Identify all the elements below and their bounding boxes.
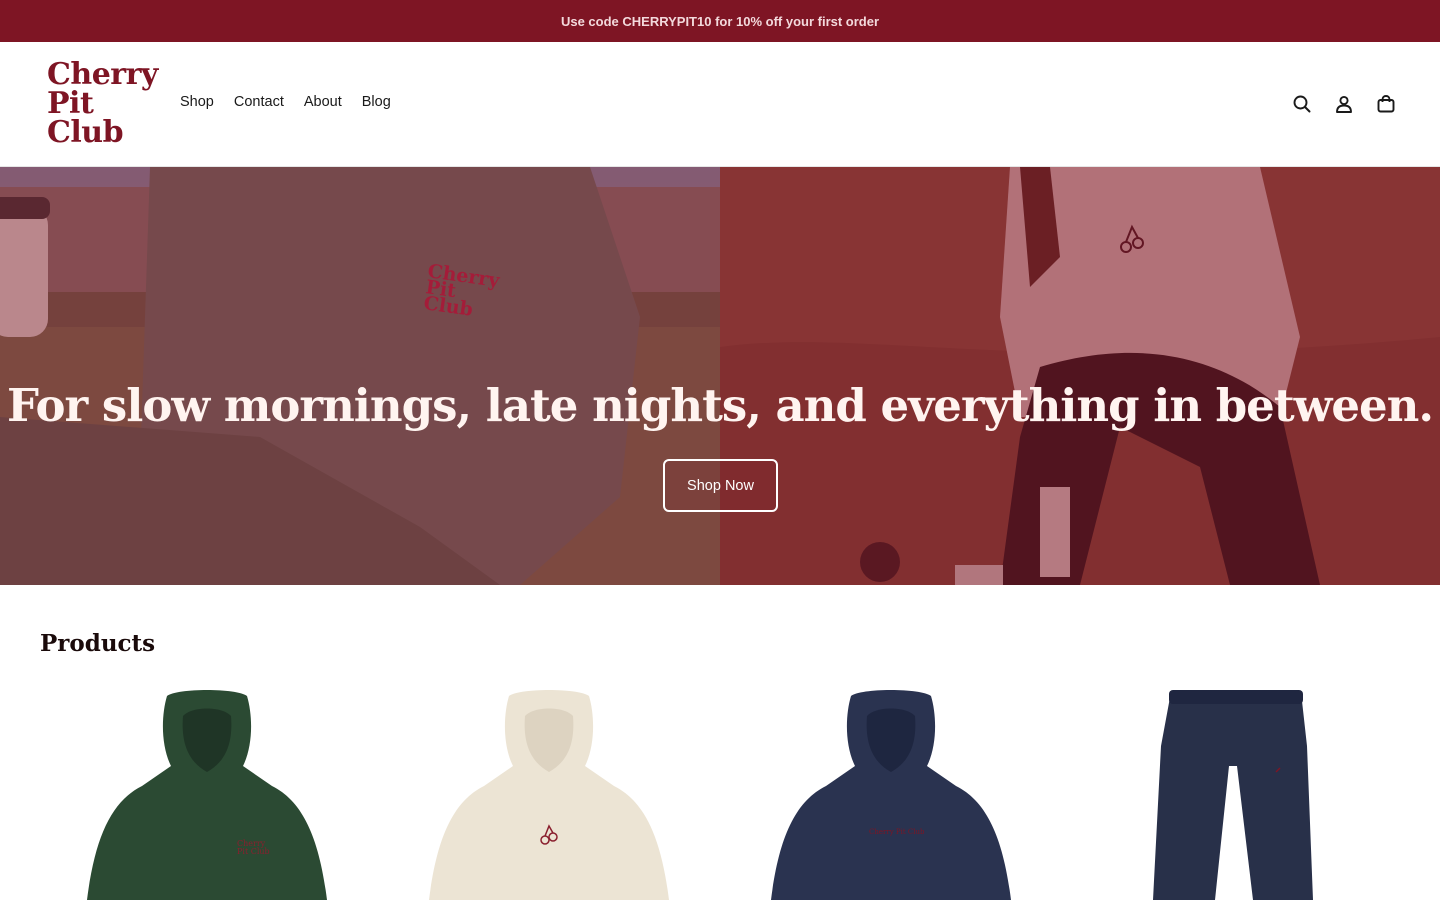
nav-item-about[interactable]: About [304,94,342,110]
announcement-text: Use code CHERRYPIT10 for 10% off your fi… [560,13,880,29]
products-section-title: Products [40,630,156,657]
shop-now-button[interactable]: Shop Now [663,459,778,512]
logo-line-3: Club [47,115,124,150]
navy-hoodie-image: Cherry Pit Club [771,690,1011,900]
brand-logo[interactable]: Cherry Pit Club [47,57,158,150]
cart-icon[interactable] [1374,92,1398,116]
cream-hoodie-image [429,690,669,900]
nav-item-contact[interactable]: Contact [234,94,284,110]
product-card-navy-sweatpants[interactable] [1083,686,1383,900]
green-hoodie-image: Cherry Pit Club [87,690,327,900]
announcement-bar: Use code CHERRYPIT10 for 10% off your fi… [0,0,1440,42]
product-card-green-hoodie[interactable]: Cherry Pit Club [57,686,357,900]
logo-line-1: Cherry [47,57,158,92]
header-actions [1272,92,1398,116]
hero-tint-overlay [0,167,1440,585]
svg-text:Pit Club: Pit Club [237,847,270,856]
nav-item-shop[interactable]: Shop [180,94,214,110]
navy-sweatpants-image [1153,690,1313,900]
main-nav: Shop Contact About Blog [180,94,411,110]
site-header: Cherry Pit Club Shop Contact About Blog [0,42,1440,167]
nav-item-blog[interactable]: Blog [362,94,391,110]
logo-line-2: Pit [47,86,94,121]
search-icon[interactable] [1290,92,1314,116]
hero-banner: Cherry Pit Club For slow mornings, late … [0,167,1440,585]
svg-text:Cherry Pit Club: Cherry Pit Club [869,828,925,836]
product-card-cream-hoodie[interactable] [399,686,699,900]
hero-heading: For slow mornings, late nights, and ever… [7,379,1434,432]
product-card-navy-hoodie[interactable]: Cherry Pit Club [741,686,1041,900]
account-icon[interactable] [1332,92,1356,116]
